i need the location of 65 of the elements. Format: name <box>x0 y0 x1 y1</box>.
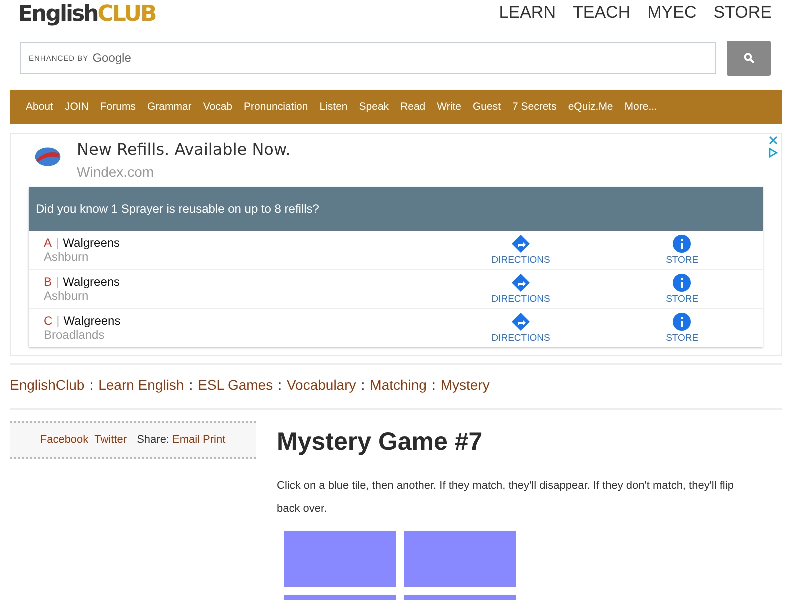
breadcrumb-separator: : <box>432 377 436 395</box>
top-nav-link[interactable]: LEARN <box>499 3 556 23</box>
play-triangle-icon[interactable] <box>769 148 778 158</box>
info-icon <box>673 274 692 292</box>
store-name: B | Walgreens <box>44 275 122 289</box>
social-link[interactable]: Facebook <box>40 434 89 446</box>
top-nav-link[interactable]: MYEC <box>648 3 697 23</box>
directions-link[interactable]: DIRECTIONS <box>440 312 602 344</box>
store-name: C | Walgreens <box>44 314 122 328</box>
top-nav-link[interactable]: TEACH <box>572 3 631 23</box>
instructions-text: Click on a blue tile, then another. If they match, they'll disappear. If they don't match, they'll flip back over. <box>277 479 735 517</box>
share-link[interactable]: Email <box>172 434 200 446</box>
store-link[interactable]: STORE <box>602 312 763 344</box>
directions-icon <box>512 312 530 330</box>
store-city: Ashburn <box>44 289 90 303</box>
directions-link[interactable]: DIRECTIONS <box>440 274 602 304</box>
menu-link[interactable]: Speak <box>359 101 390 113</box>
close-icon[interactable] <box>769 136 778 145</box>
breadcrumb-separator: : <box>90 377 94 395</box>
breadcrumb-link[interactable]: Vocabulary <box>286 377 356 396</box>
info-icon <box>673 312 692 330</box>
breadcrumb-link[interactable]: ESL Games <box>198 377 274 396</box>
game-tile[interactable] <box>284 531 396 587</box>
menu-link[interactable]: Pronunciation <box>244 101 308 113</box>
breadcrumb-link[interactable]: EnglishClub <box>10 377 85 396</box>
ad-banner: Did you know 1 Sprayer is reusable on up to 8 refills? <box>29 187 763 231</box>
ad-headline[interactable]: New Refills. Available Now. <box>77 140 291 159</box>
directions-link[interactable]: DIRECTIONS <box>440 234 602 266</box>
store-link[interactable]: STORE <box>602 274 763 304</box>
directions-icon <box>512 234 530 252</box>
menu-link[interactable]: eQuiz.Me <box>568 101 614 113</box>
menu-link[interactable]: Forums <box>100 101 136 113</box>
menu-link[interactable]: Vocab <box>203 101 233 113</box>
brand-logo-drawing <box>34 146 62 168</box>
directions-icon <box>512 274 530 292</box>
menu-link[interactable]: JOIN <box>64 101 89 113</box>
share-label: Share: <box>137 434 170 446</box>
ad-domain[interactable]: Windex.com <box>77 164 291 180</box>
store-city: Broadlands <box>44 328 106 342</box>
breadcrumb-link[interactable]: Learn English <box>98 377 184 396</box>
search-button[interactable] <box>727 41 771 76</box>
share-link[interactable]: Print <box>203 434 226 446</box>
social-link[interactable]: Twitter <box>94 434 128 446</box>
menu-link[interactable]: Grammar <box>147 101 192 113</box>
info-icon <box>673 234 692 252</box>
menu-link[interactable]: 7 Secrets <box>512 101 557 113</box>
menu-link[interactable]: Read <box>400 101 426 113</box>
menu-link[interactable]: About <box>26 101 54 113</box>
menu-link[interactable]: More... <box>624 101 658 113</box>
store-link[interactable]: STORE <box>602 234 763 266</box>
breadcrumb-separator: : <box>278 377 282 395</box>
site-logo[interactable]: EnglishCLUB <box>18 2 156 27</box>
breadcrumb-separator: : <box>361 377 366 395</box>
store-name: A | Walgreens <box>44 236 122 250</box>
top-nav-link[interactable]: STORE <box>714 3 772 23</box>
breadcrumb-link[interactable]: Mystery <box>440 377 490 396</box>
menu-link[interactable]: Guest <box>472 101 501 113</box>
breadcrumb-link[interactable]: Matching <box>370 377 427 396</box>
menu-link[interactable]: Write <box>437 101 462 113</box>
store-city: Ashburn <box>44 250 90 264</box>
page-title: Mystery Game #7 <box>277 428 484 457</box>
search-icon <box>744 53 754 64</box>
game-tile[interactable] <box>404 531 516 587</box>
menu-link[interactable]: Listen <box>320 101 348 113</box>
breadcrumb-separator: : <box>189 377 194 395</box>
